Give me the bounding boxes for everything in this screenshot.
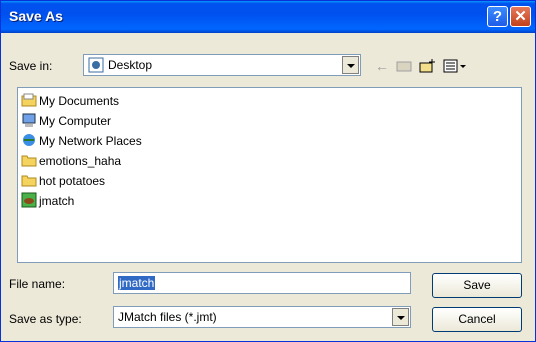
- back-arrow-icon[interactable]: ←: [373, 58, 391, 74]
- new-folder-icon[interactable]: [419, 58, 437, 74]
- save-in-dropdown[interactable]: Desktop: [83, 54, 361, 76]
- save-in-value: Desktop: [108, 58, 153, 72]
- up-folder-icon[interactable]: [395, 58, 413, 74]
- file-name-label: My Computer: [39, 114, 112, 128]
- desktop-icon: [88, 57, 104, 73]
- help-icon: ?: [492, 8, 503, 25]
- save-as-type-value: JMatch files (*.jmt): [118, 310, 217, 324]
- save-as-dialog: Save As ? ✕ Save in: Desktop ← My Docume…: [0, 0, 536, 342]
- save-as-type-label: Save as type:: [9, 312, 82, 326]
- dialog-title: Save As: [9, 8, 63, 24]
- file-name-label: My Documents: [39, 94, 120, 108]
- folder-icon: [21, 155, 37, 167]
- close-icon: ✕: [514, 8, 527, 25]
- file-name-label: emotions_haha: [39, 154, 122, 168]
- save-in-label: Save in:: [9, 59, 53, 73]
- save-as-type-dropdown-button[interactable]: [392, 308, 409, 326]
- title-bar[interactable]: Save As ? ✕: [1, 1, 535, 33]
- file-name-input[interactable]: jmatch: [113, 272, 411, 294]
- file-name-label: hot potatoes: [39, 174, 106, 188]
- save-as-type-dropdown[interactable]: JMatch files (*.jmt): [113, 306, 411, 328]
- file-name-label: File name:: [9, 277, 66, 291]
- folder-icon: [21, 175, 37, 187]
- my-computer-icon: [22, 113, 36, 127]
- cancel-button[interactable]: Cancel: [432, 307, 522, 332]
- save-button[interactable]: Save: [432, 273, 522, 298]
- file-name-value: jmatch: [118, 276, 156, 290]
- network-places-icon: [23, 134, 35, 146]
- view-menu-icon[interactable]: [443, 58, 467, 74]
- my-documents-icon: [21, 93, 37, 107]
- help-button[interactable]: ?: [487, 6, 508, 27]
- file-list[interactable]: My Documents My Computer My Network Plac…: [17, 87, 522, 263]
- close-button[interactable]: ✕: [510, 6, 531, 27]
- file-name-label: My Network Places: [39, 134, 142, 148]
- save-in-dropdown-button[interactable]: [342, 56, 359, 74]
- jmatch-file-icon: [21, 192, 37, 208]
- file-name-label: jmatch: [39, 194, 75, 208]
